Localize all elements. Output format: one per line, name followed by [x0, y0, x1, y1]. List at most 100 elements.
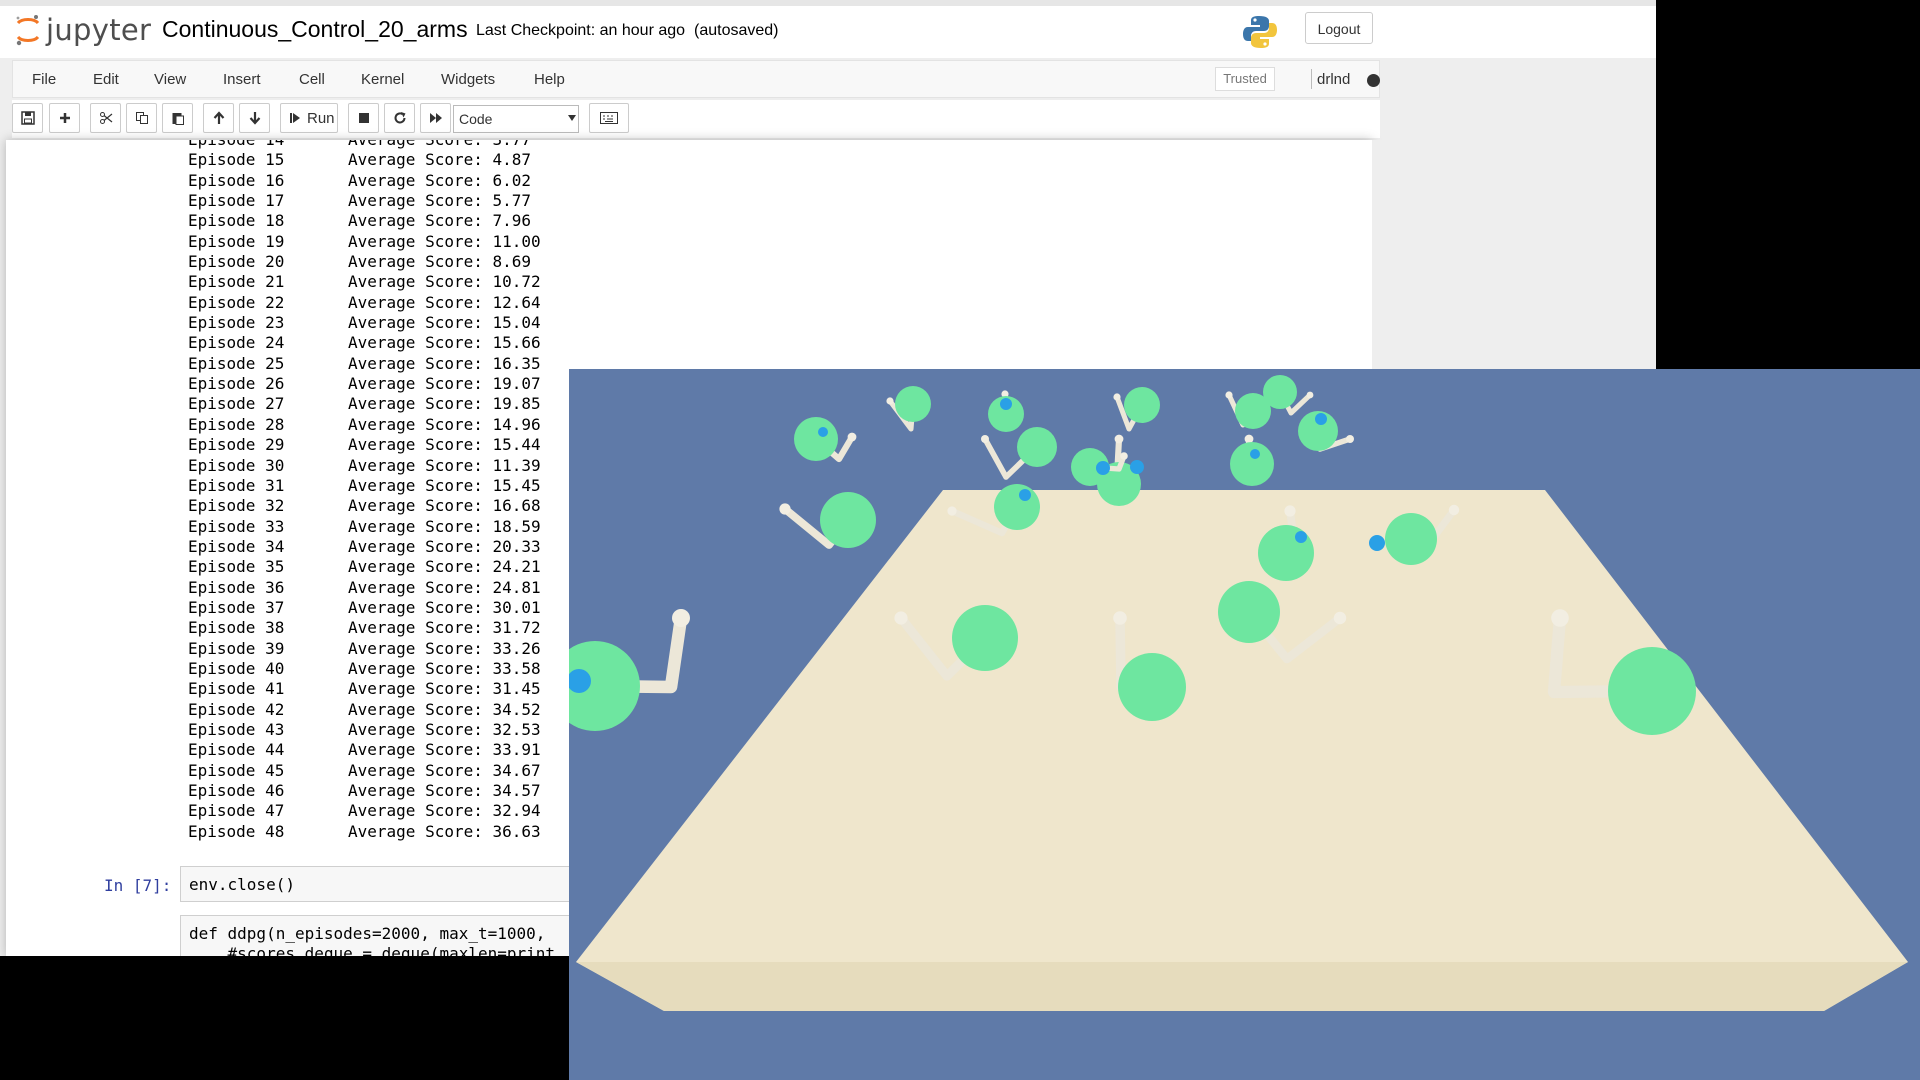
average-score: Average Score: 12.64	[348, 292, 541, 312]
output-line: Episode 18 Average Score: 7.96	[188, 211, 541, 231]
episode-label: Episode 31	[188, 475, 285, 495]
hand-marker	[1096, 461, 1110, 475]
menu-file[interactable]: File	[32, 71, 56, 88]
move-down-icon	[249, 112, 260, 125]
move-down-button[interactable]	[239, 103, 270, 133]
copy-icon	[135, 112, 148, 124]
goal-sphere	[1218, 581, 1280, 643]
restart-button[interactable]	[384, 103, 415, 133]
average-score: Average Score: 32.94	[348, 801, 541, 821]
average-score: Average Score: 3.77	[348, 140, 531, 149]
output-line: Episode 45 Average Score: 34.67	[188, 761, 541, 781]
unity-simulation-window[interactable]	[569, 369, 1920, 1080]
output-line: Episode 36 Average Score: 24.81	[188, 578, 541, 598]
episode-label: Episode 17	[188, 191, 285, 211]
episode-label: Episode 29	[188, 435, 285, 455]
save-button[interactable]	[12, 103, 43, 133]
average-score: Average Score: 15.04	[348, 313, 541, 333]
python-logo-icon	[1243, 16, 1277, 48]
command-palette-button[interactable]	[589, 103, 629, 133]
output-line: Episode 21 Average Score: 10.72	[188, 272, 541, 292]
menu-kernel[interactable]: Kernel	[361, 71, 404, 88]
episode-label: Episode 14	[188, 140, 348, 150]
copy-button[interactable]	[126, 103, 157, 133]
notebook-title[interactable]: Continuous_Control_20_arms	[162, 16, 468, 43]
notebook-header: jupyter Continuous_Control_20_arms Last …	[0, 6, 1656, 58]
arm-joint	[947, 506, 957, 516]
menu-edit[interactable]: Edit	[93, 71, 119, 88]
notebook-toolbar: Run Code	[12, 100, 1380, 138]
episode-label: Episode 16	[188, 170, 285, 190]
run-icon	[290, 113, 300, 123]
hand-marker	[818, 427, 828, 437]
average-score: Average Score: 32.53	[348, 719, 541, 739]
arm-joint	[894, 611, 908, 625]
paste-icon	[172, 113, 184, 125]
episode-label: Episode 39	[188, 638, 285, 658]
arm-joint	[847, 432, 857, 442]
output-line: Episode 20 Average Score: 8.69	[188, 252, 541, 272]
output-line: Episode 26 Average Score: 19.07	[188, 374, 541, 394]
output-line: Episode 31 Average Score: 15.45	[188, 476, 541, 496]
output-line: Episode 28 Average Score: 14.96	[188, 415, 541, 435]
paste-button[interactable]	[162, 103, 193, 133]
arm-joint	[1225, 391, 1233, 399]
output-line: Episode 22 Average Score: 12.64	[188, 293, 541, 313]
average-score: Average Score: 7.96	[348, 211, 532, 231]
cell-type-value: Code	[459, 111, 493, 127]
goal-sphere	[1385, 513, 1437, 565]
episode-label: Episode 26	[188, 374, 285, 394]
cut-button[interactable]	[90, 103, 121, 133]
average-score: Average Score: 24.21	[348, 557, 541, 577]
insert-cell-button[interactable]	[49, 103, 80, 133]
average-score: Average Score: 31.45	[348, 679, 541, 699]
output-line: Episode 48 Average Score: 36.63	[188, 822, 541, 842]
episode-label: Episode 44	[188, 740, 285, 760]
menu-insert[interactable]: Insert	[223, 71, 261, 88]
average-score: Average Score: 30.01	[348, 597, 541, 617]
episode-label: Episode 27	[188, 394, 285, 414]
kernel-busy-indicator	[1367, 74, 1380, 87]
kernel-name[interactable]: drlnd	[1317, 71, 1350, 88]
restart-run-all-button[interactable]	[420, 103, 451, 133]
run-button[interactable]: Run	[280, 103, 338, 133]
hand-marker	[1019, 489, 1031, 501]
menu-view[interactable]: View	[154, 71, 186, 88]
output-line: Episode 19 Average Score: 11.00	[188, 232, 541, 252]
episode-label: Episode 48	[188, 821, 285, 841]
average-score: Average Score: 14.96	[348, 414, 541, 434]
goal-sphere	[1608, 647, 1696, 735]
output-line: Episode 16 Average Score: 6.02	[188, 171, 541, 191]
menu-widgets[interactable]: Widgets	[441, 71, 495, 88]
episode-label: Episode 46	[188, 781, 285, 800]
average-score: Average Score: 19.07	[348, 374, 541, 394]
interrupt-button[interactable]	[348, 103, 379, 133]
jupyter-logo[interactable]: jupyter	[14, 12, 151, 48]
menu-help[interactable]: Help	[534, 71, 565, 88]
output-line: Episode 24 Average Score: 15.66	[188, 333, 541, 353]
logout-button[interactable]: Logout	[1305, 12, 1373, 44]
menu-cell[interactable]: Cell	[299, 71, 325, 88]
output-line: Episode 34 Average Score: 20.33	[188, 537, 541, 557]
cut-icon	[99, 112, 112, 124]
episode-label: Episode 25	[188, 353, 285, 373]
checkpoint-status: Last Checkpoint: an hour ago	[476, 22, 686, 39]
trusted-indicator[interactable]: Trusted	[1215, 67, 1275, 91]
move-up-button[interactable]	[203, 103, 234, 133]
output-line: Episode 25 Average Score: 16.35	[188, 354, 541, 374]
run-label: Run	[307, 109, 335, 127]
average-score: Average Score: 33.91	[348, 740, 541, 760]
arm-joint	[1333, 611, 1347, 625]
output-line: Episode 46 Average Score: 34.57	[188, 781, 541, 801]
average-score: Average Score: 33.26	[348, 638, 541, 658]
average-score: Average Score: 24.81	[348, 577, 541, 597]
average-score: Average Score: 34.57	[348, 781, 541, 800]
output-line: Episode 27 Average Score: 19.85	[188, 394, 541, 414]
arm-joint	[1284, 505, 1296, 517]
episode-label: Episode 33	[188, 516, 285, 536]
menu-bar: File Edit View Insert Cell Kernel Widget…	[12, 60, 1380, 98]
output-line: Episode 38 Average Score: 31.72	[188, 618, 541, 638]
cell-type-select[interactable]: Code	[453, 105, 579, 133]
episode-label: Episode 47	[188, 801, 285, 821]
average-score: Average Score: 4.87	[348, 150, 532, 170]
